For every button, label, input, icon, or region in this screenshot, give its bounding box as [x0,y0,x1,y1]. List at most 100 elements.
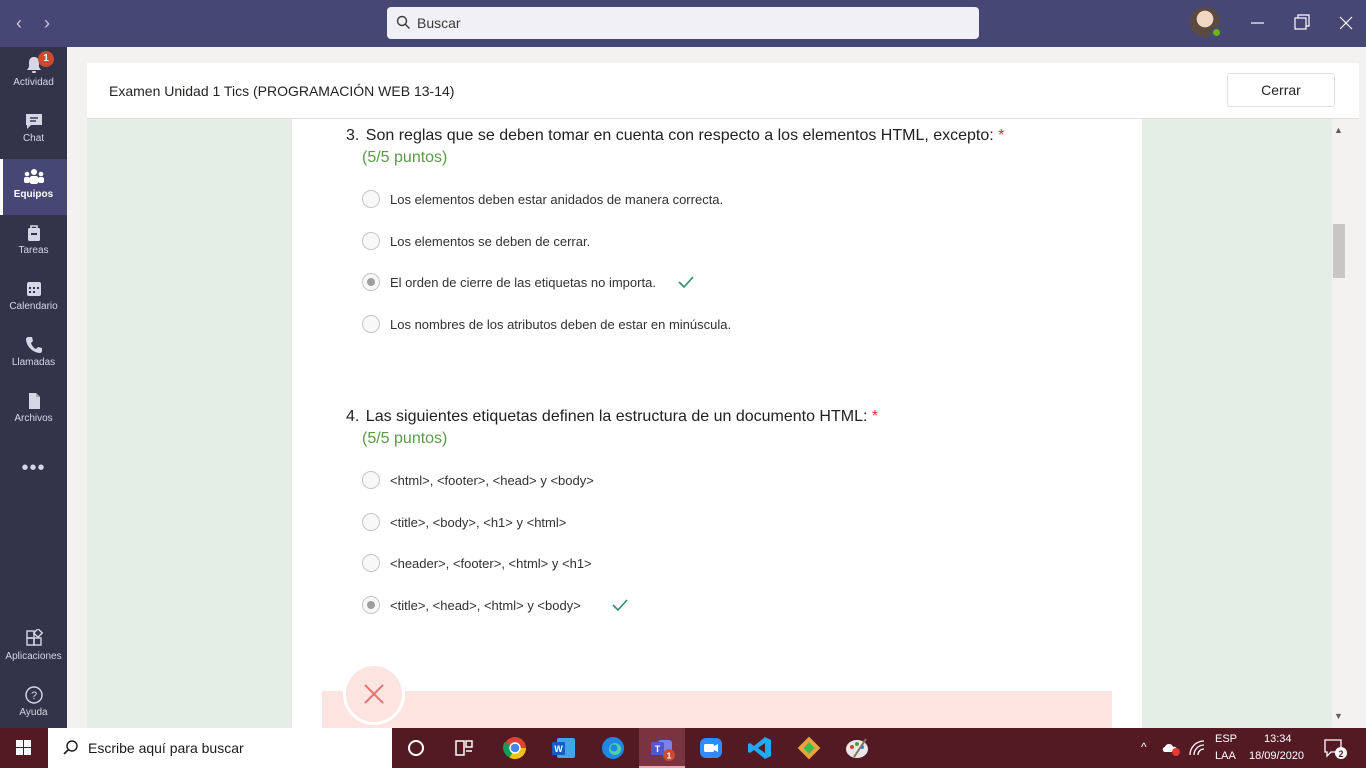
scroll-up-arrow-icon[interactable]: ▲ [1334,125,1343,135]
rail-item-label: Llamadas [11,357,56,368]
rail-item-label: Ayuda [19,707,48,718]
svg-text:?: ? [30,690,36,702]
zoom-icon[interactable] [696,733,726,763]
rail-item-calendario[interactable]: Calendario [0,271,67,323]
form-content[interactable]: 3. Son reglas que se deben tomar en cuen… [87,119,1339,728]
rail-item-llamadas[interactable]: Llamadas [0,327,67,379]
notification-badge: 1 [38,51,54,67]
checkmark-icon [612,599,628,612]
svg-text:T: T [655,744,661,754]
rail-item-equipos[interactable]: Equipos [0,159,67,215]
option-label: <title>, <head>, <html> y <body> [390,598,581,613]
main-area: Examen Unidad 1 Tics (PROGRAMACIÓN WEB 1… [67,47,1366,728]
rail-item-aplicaciones[interactable]: Aplicaciones [0,621,67,673]
close-window-icon[interactable] [1334,12,1358,34]
clock-date[interactable]: 18/09/2020 [1249,750,1304,762]
incorrect-badge [343,663,405,725]
option-label: <title>, <body>, <h1> y <html> [390,515,567,530]
app-rail: 1 Actividad Chat Equipos Tareas Calendar… [0,47,67,728]
onedrive-error-icon[interactable] [1161,740,1181,756]
back-arrow-icon[interactable]: ‹ [9,12,29,34]
option-label: Los elementos deben estar anidados de ma… [390,192,724,207]
task-view-icon[interactable] [449,733,479,763]
paint-icon[interactable] [842,733,872,763]
phone-icon [25,337,42,353]
help-icon: ? [24,686,43,704]
scroll-down-arrow-icon[interactable]: ▼ [1334,711,1343,721]
rail-item-actividad[interactable]: 1 Actividad [0,47,67,99]
checkmark-icon [678,276,694,289]
radio-button-selected[interactable] [362,273,380,291]
option-label: <header>, <footer>, <html> y <h1> [390,556,592,571]
search-placeholder: Buscar [417,15,461,31]
rail-item-ayuda[interactable]: ? Ayuda [0,677,67,729]
calendar-icon [26,282,41,296]
rail-item-chat[interactable]: Chat [0,103,67,155]
radio-button[interactable] [362,471,380,489]
restore-icon[interactable] [1290,12,1314,34]
taskbar-search-placeholder: Escribe aquí para buscar [88,740,244,756]
more-apps-icon[interactable]: ••• [0,457,67,480]
scrollbar-thumb[interactable] [1333,224,1345,278]
chrome-icon[interactable] [500,733,530,763]
taskbar-search-input[interactable]: Escribe aquí para buscar [48,728,392,768]
vscode-icon[interactable] [745,733,775,763]
rail-item-label: Equipos [13,189,54,200]
radio-button-selected[interactable] [362,596,380,614]
file-icon [28,393,40,409]
feedback-banner [322,691,1112,728]
search-icon [63,740,78,755]
rail-item-label: Calendario [9,301,58,312]
svg-text:1: 1 [667,751,672,761]
keyboard-layout[interactable]: LAA [1215,750,1236,762]
question-4-points: (5/5 puntos) [362,430,448,447]
show-hidden-icons-icon[interactable]: ^ [1141,740,1147,754]
forward-arrow-icon[interactable]: › [37,12,57,34]
radio-button[interactable] [362,190,380,208]
option-label: El orden de cierre de las etiquetas no i… [390,275,656,290]
close-icon [364,684,384,704]
option-label: <html>, <footer>, <head> y <body> [390,473,594,488]
gitkraken-icon[interactable] [794,733,824,763]
option-label: Los elementos se deben de cerrar. [390,234,591,249]
cortana-icon[interactable] [401,733,431,763]
rail-item-label: Actividad [13,77,54,88]
teams-app-icon: T 1 [651,740,675,761]
apps-icon [25,629,43,646]
option-label: Los nombres de los atributos deben de es… [390,317,732,332]
minimize-icon[interactable] [1246,12,1270,34]
chat-icon [25,114,42,129]
teams-taskbar-active[interactable]: T 1 [639,728,685,768]
presence-available-icon [1211,27,1222,38]
radio-button[interactable] [362,232,380,250]
wifi-icon[interactable] [1189,740,1205,756]
action-center-icon[interactable]: 2 [1323,738,1349,760]
rail-item-archivos[interactable]: Archivos [0,383,67,435]
input-language[interactable]: ESP [1215,733,1237,745]
word-icon[interactable]: W [549,733,579,763]
svg-text:W: W [554,744,563,754]
search-input[interactable]: Buscar [387,7,979,39]
form-header: Examen Unidad 1 Tics (PROGRAMACIÓN WEB 1… [87,63,1359,119]
edge-icon[interactable] [598,733,628,763]
radio-button[interactable] [362,513,380,531]
question-4-title: 4. Las siguientes etiquetas definen la e… [346,408,879,425]
rail-item-tareas[interactable]: Tareas [0,215,67,267]
scrollbar[interactable] [1332,119,1346,728]
question-3-points: (5/5 puntos) [362,149,448,166]
close-button[interactable]: Cerrar [1227,73,1335,107]
rail-item-label: Tareas [18,245,49,256]
search-icon [396,15,410,29]
form-card: 3. Son reglas que se deben tomar en cuen… [292,119,1142,728]
radio-button[interactable] [362,315,380,333]
windows-taskbar: Escribe aquí para buscar W T 1 ^ ESP LAA… [0,728,1366,768]
radio-button[interactable] [362,554,380,572]
assignments-icon [27,225,40,241]
svg-text:2: 2 [1338,749,1343,759]
rail-item-label: Archivos [14,413,53,424]
windows-start-icon[interactable] [0,728,48,768]
title-bar: ‹ › Buscar [0,0,1366,47]
required-mark: * [871,408,879,425]
clock-time[interactable]: 13:34 [1264,733,1292,745]
rail-item-label: Aplicaciones [5,651,62,662]
